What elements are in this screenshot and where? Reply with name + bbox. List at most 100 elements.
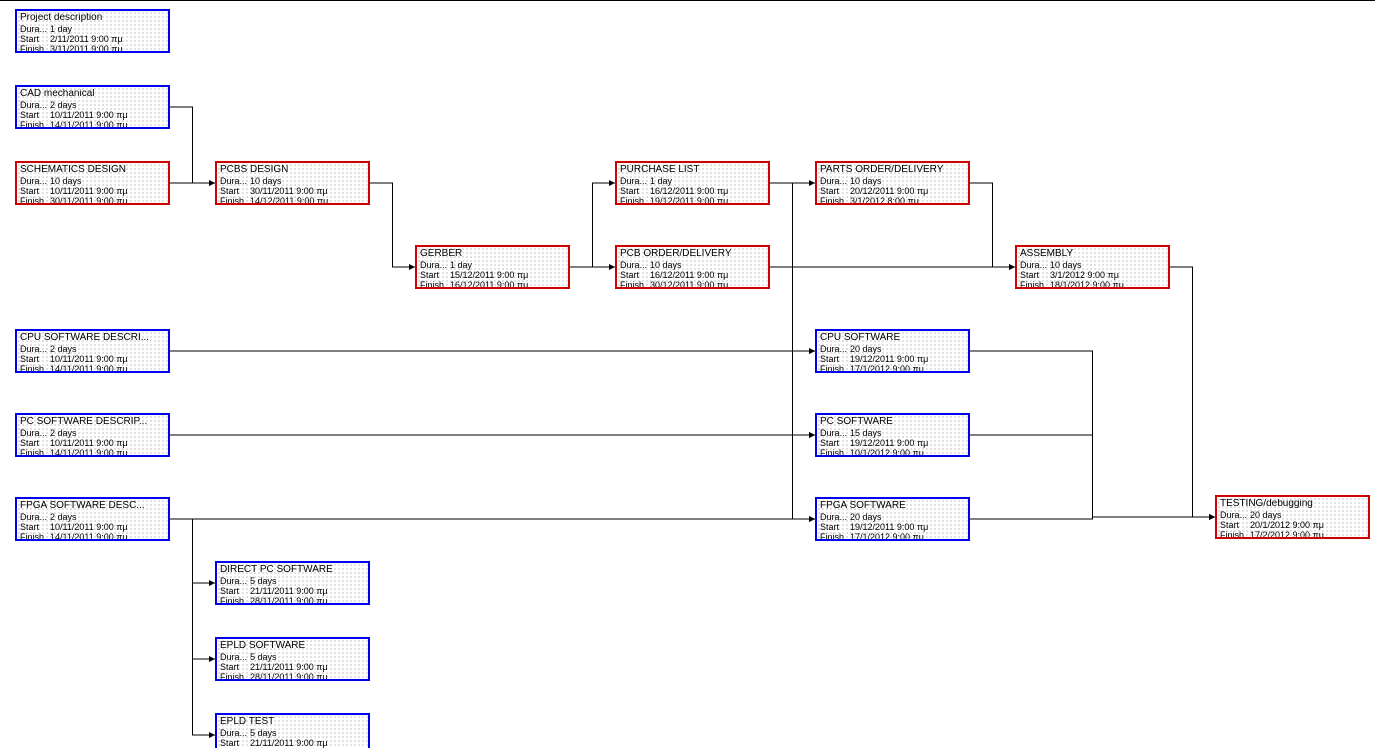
label-start: Start bbox=[20, 438, 50, 448]
task-epld-software[interactable]: EPLD SOFTWAREDura...5 daysStart21/11/201… bbox=[215, 637, 370, 681]
task-gerber[interactable]: GERBERDura...1 dayStart15/12/2011 9:00 π… bbox=[415, 245, 570, 289]
task-project-description[interactable]: Project descriptionDura...1 dayStart2/11… bbox=[15, 9, 170, 53]
label-duration: Dura... bbox=[220, 576, 250, 586]
task-duration-row: Dura...5 days bbox=[220, 728, 365, 738]
task-title: PCB ORDER/DELIVERY bbox=[620, 249, 765, 259]
task-duration-row: Dura...1 day bbox=[20, 24, 165, 34]
label-finish: Finish bbox=[420, 280, 450, 289]
label-start: Start bbox=[20, 110, 50, 120]
task-duration-row: Dura...1 day bbox=[420, 260, 565, 270]
value-duration: 2 days bbox=[50, 344, 165, 354]
task-cpu-software[interactable]: CPU SOFTWAREDura...20 daysStart19/12/201… bbox=[815, 329, 970, 373]
task-duration-row: Dura...10 days bbox=[620, 260, 765, 270]
task-start-row: Start10/11/2011 9:00 πμ bbox=[20, 438, 165, 448]
task-parts-order-delivery[interactable]: PARTS ORDER/DELIVERYDura...10 daysStart2… bbox=[815, 161, 970, 205]
task-pc-software[interactable]: PC SOFTWAREDura...15 daysStart19/12/2011… bbox=[815, 413, 970, 457]
value-finish: 14/12/2011 9:00 πμ bbox=[250, 196, 365, 205]
task-duration-row: Dura...5 days bbox=[220, 652, 365, 662]
task-finish-row: Finish3/1/2012 8:00 πμ bbox=[820, 196, 965, 205]
task-duration-row: Dura...20 days bbox=[820, 344, 965, 354]
task-duration-row: Dura...10 days bbox=[1020, 260, 1165, 270]
task-duration-row: Dura...2 days bbox=[20, 100, 165, 110]
task-direct-pc-software[interactable]: DIRECT PC SOFTWAREDura...5 daysStart21/1… bbox=[215, 561, 370, 605]
value-duration: 1 day bbox=[450, 260, 565, 270]
task-pcbs-design[interactable]: PCBS DESIGNDura...10 daysStart30/11/2011… bbox=[215, 161, 370, 205]
label-finish: Finish bbox=[20, 44, 50, 53]
task-start-row: Start3/1/2012 9:00 πμ bbox=[1020, 270, 1165, 280]
value-finish: 14/11/2011 9:00 πμ bbox=[50, 532, 165, 541]
task-cpu-software-descri[interactable]: CPU SOFTWARE DESCRI...Dura...2 daysStart… bbox=[15, 329, 170, 373]
value-start: 19/12/2011 9:00 πμ bbox=[850, 522, 965, 532]
value-duration: 20 days bbox=[1250, 510, 1365, 520]
edge-purchase-list-to-pc-software bbox=[770, 183, 815, 435]
label-finish: Finish bbox=[20, 364, 50, 373]
value-start: 10/11/2011 9:00 πμ bbox=[50, 110, 165, 120]
task-title: Project description bbox=[20, 13, 165, 23]
task-finish-row: Finish17/2/2012 9:00 πμ bbox=[1220, 530, 1365, 539]
label-duration: Dura... bbox=[820, 176, 850, 186]
task-start-row: Start19/12/2011 9:00 πμ bbox=[820, 522, 965, 532]
task-finish-row: Finish28/11/2011 9:00 πμ bbox=[220, 672, 365, 681]
task-start-row: Start15/12/2011 9:00 πμ bbox=[420, 270, 565, 280]
task-testing-debugging[interactable]: TESTING/debuggingDura...20 daysStart20/1… bbox=[1215, 495, 1370, 539]
task-finish-row: Finish14/11/2011 9:00 πμ bbox=[20, 448, 165, 457]
value-duration: 20 days bbox=[850, 512, 965, 522]
label-finish: Finish bbox=[820, 448, 850, 457]
value-start: 19/12/2011 9:00 πμ bbox=[850, 354, 965, 364]
task-start-row: Start19/12/2011 9:00 πμ bbox=[820, 438, 965, 448]
task-duration-row: Dura...2 days bbox=[20, 428, 165, 438]
label-duration: Dura... bbox=[20, 24, 50, 34]
task-epld-test[interactable]: EPLD TESTDura...5 daysStart21/11/2011 9:… bbox=[215, 713, 370, 748]
task-title: PARTS ORDER/DELIVERY bbox=[820, 165, 965, 175]
value-duration: 10 days bbox=[250, 176, 365, 186]
task-start-row: Start21/11/2011 9:00 πμ bbox=[220, 738, 365, 748]
task-fpga-software-desc[interactable]: FPGA SOFTWARE DESC...Dura...2 daysStart1… bbox=[15, 497, 170, 541]
edge-fpga-software-to-testing-debugging bbox=[970, 517, 1215, 519]
value-duration: 2 days bbox=[50, 512, 165, 522]
task-title: EPLD TEST bbox=[220, 717, 365, 727]
label-duration: Dura... bbox=[220, 652, 250, 662]
label-start: Start bbox=[20, 186, 50, 196]
task-finish-row: Finish19/12/2011 9:00 πμ bbox=[620, 196, 765, 205]
value-duration: 15 days bbox=[850, 428, 965, 438]
task-title: SCHEMATICS DESIGN bbox=[20, 165, 165, 175]
label-finish: Finish bbox=[220, 596, 250, 605]
value-finish: 3/11/2011 9:00 πμ bbox=[50, 44, 165, 53]
label-start: Start bbox=[20, 522, 50, 532]
value-finish: 18/1/2012 9:00 πμ bbox=[1050, 280, 1165, 289]
task-start-row: Start10/11/2011 9:00 πμ bbox=[20, 186, 165, 196]
task-fpga-software[interactable]: FPGA SOFTWAREDura...20 daysStart19/12/20… bbox=[815, 497, 970, 541]
label-finish: Finish bbox=[820, 364, 850, 373]
task-schematics-design[interactable]: SCHEMATICS DESIGNDura...10 daysStart10/1… bbox=[15, 161, 170, 205]
task-cad-mechanical[interactable]: CAD mechanicalDura...2 daysStart10/11/20… bbox=[15, 85, 170, 129]
label-start: Start bbox=[420, 270, 450, 280]
value-duration: 20 days bbox=[850, 344, 965, 354]
label-duration: Dura... bbox=[1020, 260, 1050, 270]
task-pcb-order-delivery[interactable]: PCB ORDER/DELIVERYDura...10 daysStart16/… bbox=[615, 245, 770, 289]
label-duration: Dura... bbox=[220, 728, 250, 738]
task-duration-row: Dura...2 days bbox=[20, 344, 165, 354]
task-pc-software-descrip[interactable]: PC SOFTWARE DESCRIP...Dura...2 daysStart… bbox=[15, 413, 170, 457]
task-finish-row: Finish14/11/2011 9:00 πμ bbox=[20, 532, 165, 541]
task-finish-row: Finish14/11/2011 9:00 πμ bbox=[20, 364, 165, 373]
task-title: CPU SOFTWARE DESCRI... bbox=[20, 333, 165, 343]
task-duration-row: Dura...10 days bbox=[220, 176, 365, 186]
label-duration: Dura... bbox=[20, 344, 50, 354]
task-start-row: Start20/12/2011 9:00 πμ bbox=[820, 186, 965, 196]
task-start-row: Start10/11/2011 9:00 πμ bbox=[20, 110, 165, 120]
label-start: Start bbox=[620, 270, 650, 280]
value-start: 21/11/2011 9:00 πμ bbox=[250, 586, 365, 596]
value-finish: 10/1/2012 9:00 πμ bbox=[850, 448, 965, 457]
label-duration: Dura... bbox=[20, 512, 50, 522]
value-start: 10/11/2011 9:00 πμ bbox=[50, 522, 165, 532]
label-start: Start bbox=[20, 354, 50, 364]
label-finish: Finish bbox=[220, 196, 250, 205]
value-finish: 19/12/2011 9:00 πμ bbox=[650, 196, 765, 205]
label-duration: Dura... bbox=[620, 260, 650, 270]
task-purchase-list[interactable]: PURCHASE LISTDura...1 dayStart16/12/2011… bbox=[615, 161, 770, 205]
label-duration: Dura... bbox=[20, 100, 50, 110]
task-title: TESTING/debugging bbox=[1220, 499, 1365, 509]
task-title: DIRECT PC SOFTWARE bbox=[220, 565, 365, 575]
task-assembly[interactable]: ASSEMBLYDura...10 daysStart3/1/2012 9:00… bbox=[1015, 245, 1170, 289]
edge-pcbs-design-to-gerber bbox=[370, 183, 415, 267]
